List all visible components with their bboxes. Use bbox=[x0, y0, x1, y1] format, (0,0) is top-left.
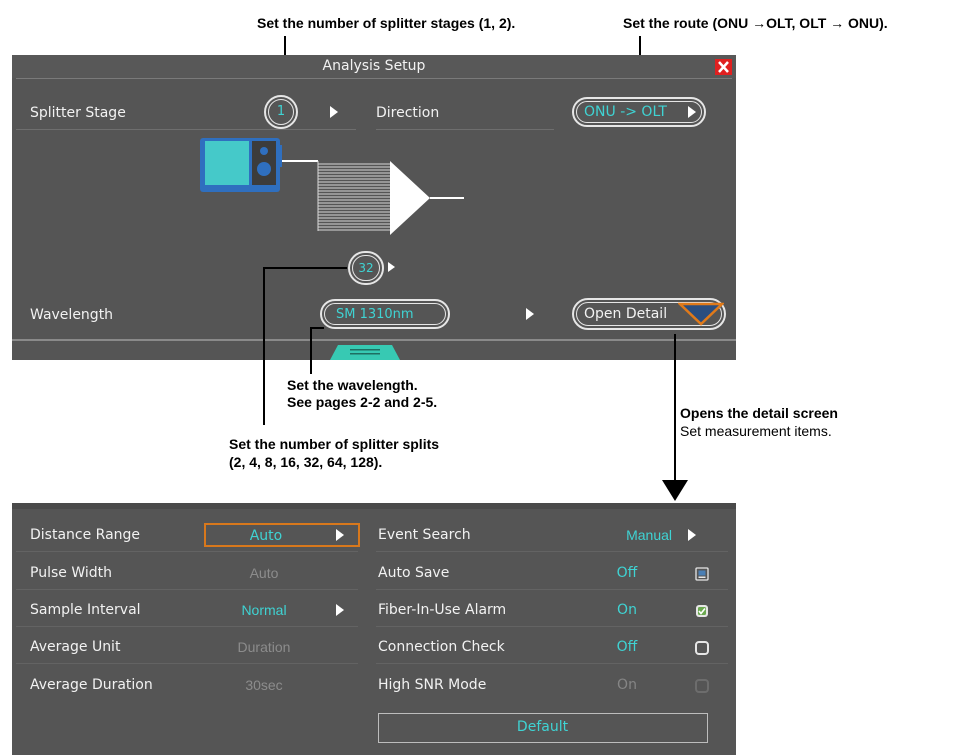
annotation-wavelength-1: Set the wavelength. bbox=[287, 377, 418, 393]
panel-title: Analysis Setup bbox=[322, 58, 426, 74]
setting-label: Sample Interval bbox=[30, 602, 141, 618]
setting-label: Connection Check bbox=[378, 639, 505, 655]
setting-value: Manual bbox=[626, 527, 672, 543]
setting-label: Event Search bbox=[378, 527, 471, 543]
annotation-splits-2: (2, 4, 8, 16, 32, 64, 128). bbox=[229, 454, 383, 470]
distance-range-selector[interactable]: Auto bbox=[204, 523, 360, 547]
setting-value: On bbox=[617, 677, 637, 693]
row-separator bbox=[376, 129, 554, 130]
wavelength-arrow-icon[interactable] bbox=[526, 308, 534, 320]
splitter-splits-arrow-icon[interactable] bbox=[388, 262, 395, 272]
auto-save-settings-icon[interactable] bbox=[695, 567, 709, 581]
checkbox-unchecked-icon[interactable] bbox=[695, 641, 709, 655]
open-detail-button[interactable]: Open Detail bbox=[572, 298, 726, 330]
direction-value: ONU -> OLT bbox=[584, 104, 667, 120]
arrow-shaft-detail bbox=[674, 334, 676, 484]
leader-line-wavelength-horizontal bbox=[310, 327, 324, 329]
annotation-splits-1: Set the number of splitter splits bbox=[229, 436, 440, 452]
wavelength-value: SM 1310nm bbox=[336, 307, 414, 322]
annotation-route: Set the route (ONU →OLT, OLT → ONU). bbox=[623, 15, 888, 31]
setting-value: Auto bbox=[249, 565, 279, 581]
down-arrow-icon bbox=[662, 480, 688, 501]
leader-line-splits-horizontal bbox=[263, 267, 347, 269]
default-button-label: Default bbox=[516, 719, 569, 735]
splitter-splits-value: 32 bbox=[358, 261, 374, 275]
setting-label: Average Duration bbox=[30, 677, 153, 693]
title-separator bbox=[16, 78, 732, 79]
collapse-tab-icon[interactable] bbox=[330, 341, 400, 360]
setting-value: Off bbox=[616, 639, 638, 655]
checkbox-checked-icon[interactable] bbox=[695, 604, 709, 618]
setting-label: Average Unit bbox=[30, 639, 121, 655]
leader-line-splits bbox=[263, 267, 265, 425]
close-button[interactable] bbox=[715, 59, 732, 75]
setting-value: Auto bbox=[249, 528, 283, 544]
setting-label: Pulse Width bbox=[30, 565, 112, 581]
setting-label: High SNR Mode bbox=[378, 677, 487, 693]
splitter-splits-selector[interactable]: 32 bbox=[348, 251, 384, 285]
analysis-setup-panel: Analysis Setup Splitter Stage 1 Directio… bbox=[12, 55, 736, 360]
annotation-detail-1: Opens the detail screen bbox=[680, 405, 838, 421]
annotation-wavelength-2: See pages 2-2 and 2-5. bbox=[287, 394, 438, 410]
splitter-stage-value: 1 bbox=[276, 104, 286, 119]
leader-line-wavelength bbox=[310, 327, 312, 374]
annotation-detail-2: Set measurement items. bbox=[680, 423, 832, 439]
direction-label: Direction bbox=[376, 105, 440, 121]
close-icon bbox=[718, 61, 729, 73]
wavelength-selector[interactable]: SM 1310nm bbox=[320, 299, 450, 329]
chevron-down-icon bbox=[678, 302, 724, 326]
setting-value: Duration bbox=[237, 639, 291, 655]
event-search-arrow-icon[interactable] bbox=[688, 529, 696, 541]
checkbox-disabled-icon bbox=[695, 679, 709, 693]
splitter-stage-arrow-icon[interactable] bbox=[330, 106, 338, 118]
setting-value: On bbox=[617, 602, 637, 618]
direction-arrow-icon bbox=[688, 106, 696, 118]
sample-interval-arrow-icon[interactable] bbox=[336, 604, 344, 616]
wavelength-label: Wavelength bbox=[30, 307, 114, 323]
row-separator bbox=[16, 129, 356, 130]
open-detail-label: Open Detail bbox=[584, 306, 668, 322]
setting-label: Auto Save bbox=[378, 565, 450, 581]
splitter-stage-selector[interactable]: 1 bbox=[264, 95, 298, 129]
splitter-diagram bbox=[200, 138, 464, 235]
setting-label: Fiber-In-Use Alarm bbox=[378, 602, 507, 618]
distance-range-arrow-icon bbox=[336, 529, 344, 541]
setting-value: 30sec bbox=[245, 677, 283, 693]
annotation-splitter-stages: Set the number of splitter stages (1, 2)… bbox=[257, 15, 516, 31]
setting-value: Off bbox=[616, 565, 638, 581]
setting-value: Normal bbox=[241, 602, 287, 618]
direction-selector[interactable]: ONU -> OLT bbox=[572, 97, 706, 127]
default-button[interactable]: Default bbox=[378, 713, 708, 743]
setting-label: Distance Range bbox=[30, 527, 141, 543]
detail-panel: Distance Range Auto Pulse Width Auto Sam… bbox=[12, 503, 736, 755]
splitter-stage-label: Splitter Stage bbox=[30, 105, 126, 121]
